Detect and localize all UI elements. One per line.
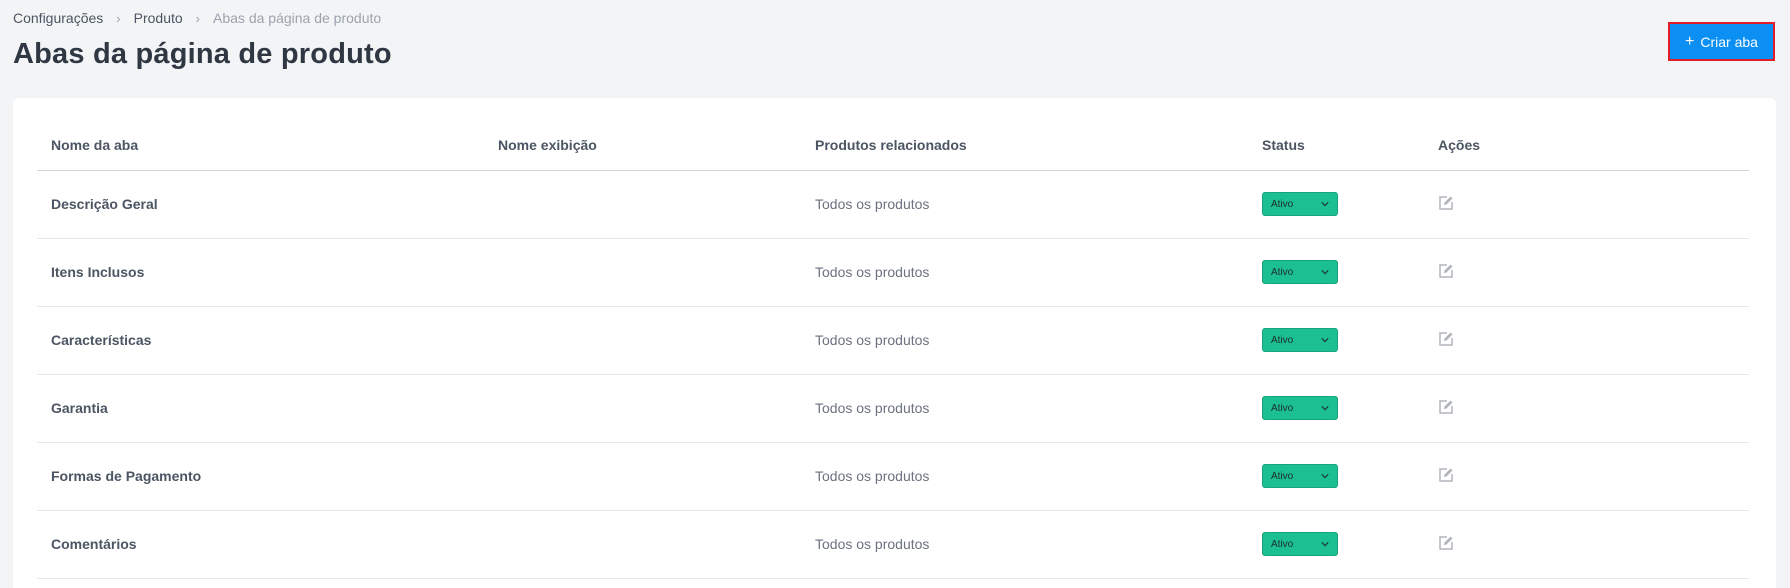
create-tab-button[interactable]: + Criar aba — [1672, 26, 1771, 57]
create-tab-button-highlight: + Criar aba — [1668, 22, 1775, 61]
status-cell: Ativo — [1248, 238, 1424, 307]
edit-icon[interactable] — [1438, 467, 1454, 483]
status-value: Ativo — [1271, 198, 1294, 210]
actions-cell — [1424, 306, 1749, 375]
breadcrumb-item-configuracoes[interactable]: Configurações — [13, 10, 103, 26]
tab-related-products: Todos os produtos — [801, 238, 1248, 307]
status-select[interactable]: Ativo — [1262, 260, 1338, 284]
tab-related-products: Todos os produtos — [801, 170, 1248, 239]
edit-icon[interactable] — [1438, 263, 1454, 279]
status-value: Ativo — [1271, 266, 1294, 278]
tab-display-name — [484, 306, 801, 375]
status-cell: Ativo — [1248, 306, 1424, 375]
status-cell: Ativo — [1248, 374, 1424, 443]
status-cell: Ativo — [1248, 170, 1424, 239]
edit-icon[interactable] — [1438, 331, 1454, 347]
plus-icon: + — [1685, 32, 1695, 50]
chevron-down-icon — [1321, 270, 1329, 275]
chevron-down-icon — [1321, 202, 1329, 207]
table-row: Características Todos os produtos Ativo — [37, 306, 1749, 375]
tab-name: Comentários — [37, 510, 484, 579]
tab-display-name — [484, 510, 801, 579]
tab-related-products: Todos os produtos — [801, 374, 1248, 443]
tab-display-name — [484, 374, 801, 443]
edit-icon[interactable] — [1438, 535, 1454, 551]
status-select[interactable]: Ativo — [1262, 464, 1338, 488]
actions-cell — [1424, 442, 1749, 511]
chevron-right-icon: › — [195, 10, 201, 26]
breadcrumb-item-current: Abas da página de produto — [213, 10, 382, 26]
table-row: Garantia Todos os produtos Ativo — [37, 374, 1749, 443]
actions-cell — [1424, 510, 1749, 579]
tab-name: Descrição Geral — [37, 170, 484, 239]
chevron-down-icon — [1321, 406, 1329, 411]
tab-name: Garantia — [37, 374, 484, 443]
column-header-produtos-relacionados: Produtos relacionados — [801, 120, 1248, 171]
tabs-table-card: Nome da aba Nome exibição Produtos relac… — [13, 98, 1776, 588]
table-row: Itens Inclusos Todos os produtos Ativo — [37, 238, 1749, 307]
table-row: Descrição Geral Todos os produtos Ativo — [37, 170, 1749, 239]
tab-name: Itens Inclusos — [37, 238, 484, 307]
tabs-table: Nome da aba Nome exibição Produtos relac… — [37, 120, 1749, 579]
column-header-status: Status — [1248, 120, 1424, 171]
column-header-nome-aba: Nome da aba — [37, 120, 484, 171]
table-row: Comentários Todos os produtos Ativo — [37, 510, 1749, 579]
tab-name: Formas de Pagamento — [37, 442, 484, 511]
status-select[interactable]: Ativo — [1262, 532, 1338, 556]
breadcrumb-item-produto[interactable]: Produto — [134, 10, 183, 26]
column-header-acoes: Ações — [1424, 120, 1749, 171]
chevron-down-icon — [1321, 542, 1329, 547]
actions-cell — [1424, 238, 1749, 307]
status-cell: Ativo — [1248, 442, 1424, 511]
page-title: Abas da página de produto — [13, 38, 392, 70]
tab-display-name — [484, 170, 801, 239]
tab-related-products: Todos os produtos — [801, 510, 1248, 579]
status-value: Ativo — [1271, 334, 1294, 346]
status-value: Ativo — [1271, 538, 1294, 550]
status-select[interactable]: Ativo — [1262, 328, 1338, 352]
actions-cell — [1424, 374, 1749, 443]
tab-related-products: Todos os produtos — [801, 442, 1248, 511]
chevron-down-icon — [1321, 474, 1329, 479]
table-header-row: Nome da aba Nome exibição Produtos relac… — [37, 120, 1749, 171]
status-value: Ativo — [1271, 402, 1294, 414]
tab-related-products: Todos os produtos — [801, 306, 1248, 375]
column-header-nome-exibicao: Nome exibição — [484, 120, 801, 171]
status-value: Ativo — [1271, 470, 1294, 482]
create-tab-button-label: Criar aba — [1700, 33, 1758, 50]
status-cell: Ativo — [1248, 510, 1424, 579]
breadcrumb: Configurações › Produto › Abas da página… — [13, 10, 381, 26]
status-select[interactable]: Ativo — [1262, 192, 1338, 216]
edit-icon[interactable] — [1438, 399, 1454, 415]
tab-display-name — [484, 238, 801, 307]
chevron-right-icon: › — [116, 10, 121, 26]
actions-cell — [1424, 170, 1749, 239]
table-row: Formas de Pagamento Todos os produtos At… — [37, 442, 1749, 511]
edit-icon[interactable] — [1438, 195, 1454, 211]
tab-display-name — [484, 442, 801, 511]
status-select[interactable]: Ativo — [1262, 396, 1338, 420]
chevron-down-icon — [1321, 338, 1329, 343]
tab-name: Características — [37, 306, 484, 375]
